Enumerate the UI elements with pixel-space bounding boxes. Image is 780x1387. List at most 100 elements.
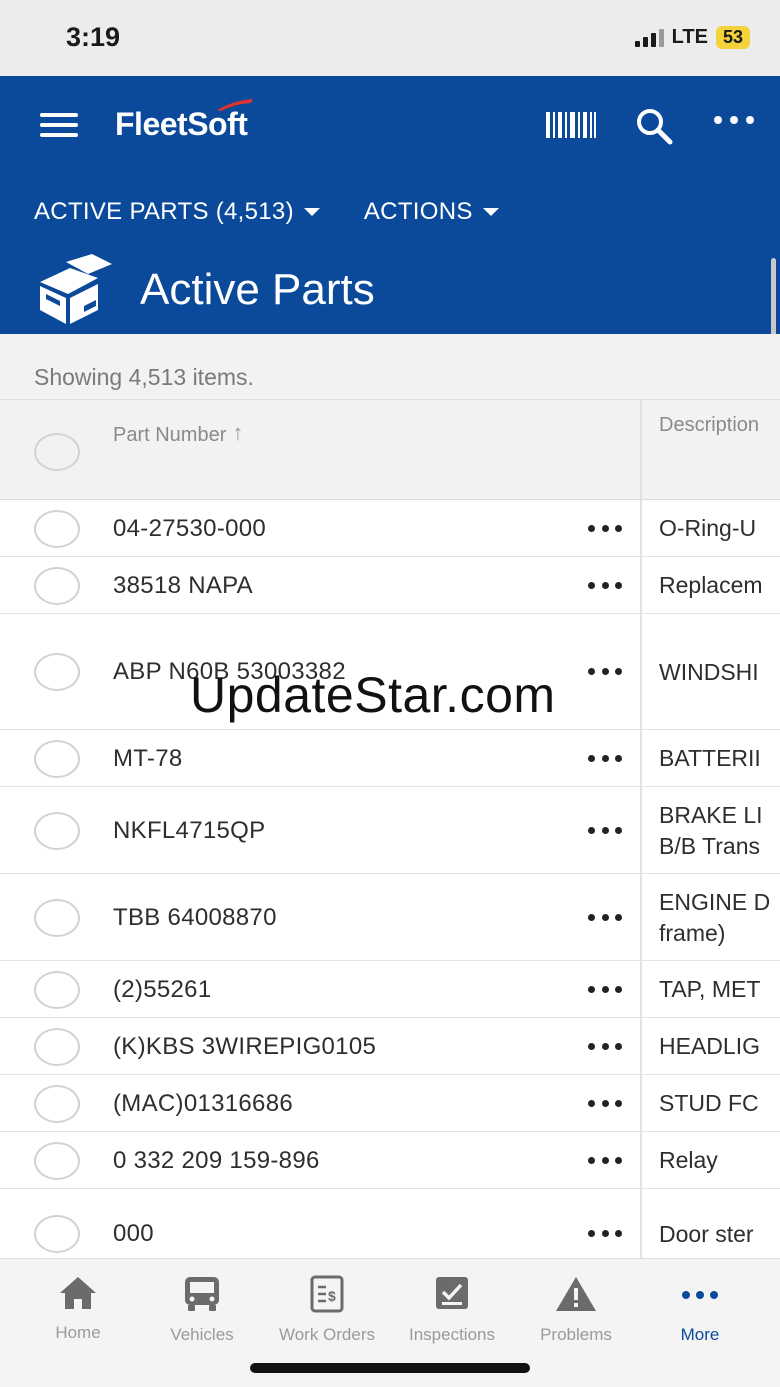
status-bar: 3:19 LTE 53 [0, 0, 780, 76]
nav-home[interactable]: Home [18, 1275, 138, 1347]
part-number[interactable]: TBB 64008870 [113, 904, 277, 932]
description-line: STUD FC [659, 1090, 759, 1116]
row-checkbox[interactable] [34, 1215, 80, 1253]
part-number[interactable]: (2)55261 [113, 976, 211, 1004]
row-checkbox[interactable] [34, 1141, 80, 1180]
part-number[interactable]: (K)KBS 3WIREPIG0105 [113, 1033, 376, 1061]
nav-problems[interactable]: Problems [516, 1275, 636, 1349]
row-checkbox[interactable] [34, 566, 80, 605]
part-description: O-Ring-U [659, 513, 756, 544]
row-more-icon[interactable] [588, 668, 622, 676]
actions-dropdown[interactable]: ACTIONS [364, 198, 499, 226]
nav-inspections[interactable]: Inspections [392, 1275, 512, 1349]
row-more-icon[interactable] [588, 913, 622, 922]
search-icon[interactable] [634, 106, 674, 146]
description-line: frame) [659, 919, 726, 946]
row-more-icon[interactable] [588, 1156, 622, 1165]
nav-work-orders[interactable]: $ Work Orders [267, 1275, 387, 1349]
row-checkbox[interactable] [34, 1084, 80, 1123]
header-dropdowns: ACTIVE PARTS (4,513) ACTIONS [34, 198, 499, 226]
table-row[interactable]: TBB 64008870 ENGINE D frame) [0, 874, 780, 961]
home-icon [60, 1277, 96, 1309]
menu-icon[interactable] [40, 113, 78, 137]
more-options-icon[interactable] [714, 116, 754, 130]
part-description: BRAKE LI B/B Trans [659, 800, 763, 862]
row-more-icon[interactable] [588, 581, 622, 590]
home-indicator[interactable] [250, 1363, 530, 1373]
part-number[interactable]: (MAC)01316686 [113, 1090, 293, 1118]
inspection-icon [436, 1277, 468, 1309]
column-divider [640, 400, 642, 1258]
nav-more[interactable]: More [640, 1275, 760, 1349]
part-number[interactable]: 000 [113, 1220, 154, 1248]
table-row[interactable]: 0 332 209 159-896 Relay [0, 1132, 780, 1189]
part-number[interactable]: 04-27530-000 [113, 515, 266, 543]
app-header: FleetSoft ACTIVE PARTS (4,513) ACTIONS A… [0, 76, 780, 334]
description-line: O-Ring-U [659, 515, 757, 541]
description-line: Relay [659, 1147, 718, 1173]
part-number[interactable]: 0 332 209 159-896 [113, 1147, 320, 1175]
row-more-icon[interactable] [588, 985, 622, 994]
row-more-icon[interactable] [588, 524, 622, 533]
table-row[interactable]: 04-27530-000 O-Ring-U [0, 500, 780, 557]
table-row[interactable]: 000 Door ster [0, 1189, 780, 1258]
description-line: Door ster [659, 1220, 754, 1247]
row-more-icon[interactable] [588, 754, 622, 763]
active-parts-dropdown[interactable]: ACTIVE PARTS (4,513) [34, 198, 320, 226]
table-row[interactable]: MT-78 BATTERII [0, 730, 780, 787]
row-more-icon[interactable] [588, 826, 622, 835]
table-row[interactable]: NKFL4715QP BRAKE LI B/B Trans [0, 787, 780, 874]
nav-vehicles[interactable]: Vehicles [142, 1275, 262, 1349]
battery-level: 53 [715, 26, 750, 49]
nav-home-label: Home [55, 1323, 101, 1342]
network-label: LTE [671, 26, 708, 48]
description-line: HEADLIG [659, 1033, 760, 1059]
part-number[interactable]: NKFL4715QP [113, 817, 265, 845]
row-checkbox[interactable] [34, 1027, 80, 1066]
part-description: WINDSHI [659, 657, 759, 688]
signal-icon [634, 28, 664, 47]
part-description: Door ster [659, 1219, 754, 1250]
work-order-icon: $ [310, 1275, 344, 1313]
row-checkbox[interactable] [34, 898, 80, 937]
table-row[interactable]: (K)KBS 3WIREPIG0105 HEADLIG [0, 1018, 780, 1075]
parts-list: 04-27530-000 O-Ring-U 38518 NAPA Replacem AB… [0, 500, 780, 1258]
row-more-icon[interactable] [588, 1099, 622, 1108]
table-row[interactable]: (2)55261 TAP, MET [0, 961, 780, 1018]
table-row[interactable]: (MAC)01316686 STUD FC [0, 1075, 780, 1132]
row-checkbox[interactable] [34, 970, 80, 1009]
part-description: BATTERII [659, 743, 761, 774]
row-checkbox[interactable] [34, 509, 80, 548]
nav-problems-label: Problems [540, 1325, 612, 1344]
part-description: ENGINE D frame) [659, 887, 770, 949]
row-checkbox[interactable] [34, 811, 80, 850]
chevron-down-icon [303, 208, 320, 216]
description-line: Replacem [659, 572, 763, 598]
part-number[interactable]: 38518 NAPA [113, 572, 253, 600]
row-more-icon[interactable] [588, 1042, 622, 1051]
row-checkbox[interactable] [34, 653, 80, 691]
page-title: Active Parts [140, 265, 375, 314]
select-all-checkbox[interactable] [34, 433, 80, 471]
more-dots-icon [682, 1291, 718, 1299]
description-line: TAP, MET [659, 976, 761, 1002]
barcode-icon[interactable] [546, 112, 596, 138]
row-checkbox[interactable] [34, 739, 80, 778]
column-header-description[interactable]: Description [659, 414, 759, 437]
description-line: B/B Trans [659, 832, 760, 859]
table-header: Part Number ↑ Description [0, 400, 780, 500]
part-description: Relay [659, 1145, 718, 1176]
status-indicators: LTE 53 [634, 26, 750, 49]
part-number[interactable]: MT-78 [113, 745, 183, 773]
sort-ascending-icon: ↑ [232, 420, 244, 445]
showing-count: Showing 4,513 items. [34, 364, 254, 390]
row-more-icon[interactable] [588, 1230, 622, 1238]
column-header-part-number[interactable]: Part Number ↑ [113, 420, 244, 447]
part-description: HEADLIG [659, 1031, 760, 1062]
watermark: UpdateStar.com [190, 667, 556, 723]
results-summary: Showing 4,513 items. [0, 334, 780, 400]
parts-boxes-icon [40, 254, 112, 324]
chevron-down-icon [482, 208, 499, 216]
table-row[interactable]: 38518 NAPA Replacem [0, 557, 780, 614]
actions-dropdown-label: ACTIONS [363, 198, 473, 225]
